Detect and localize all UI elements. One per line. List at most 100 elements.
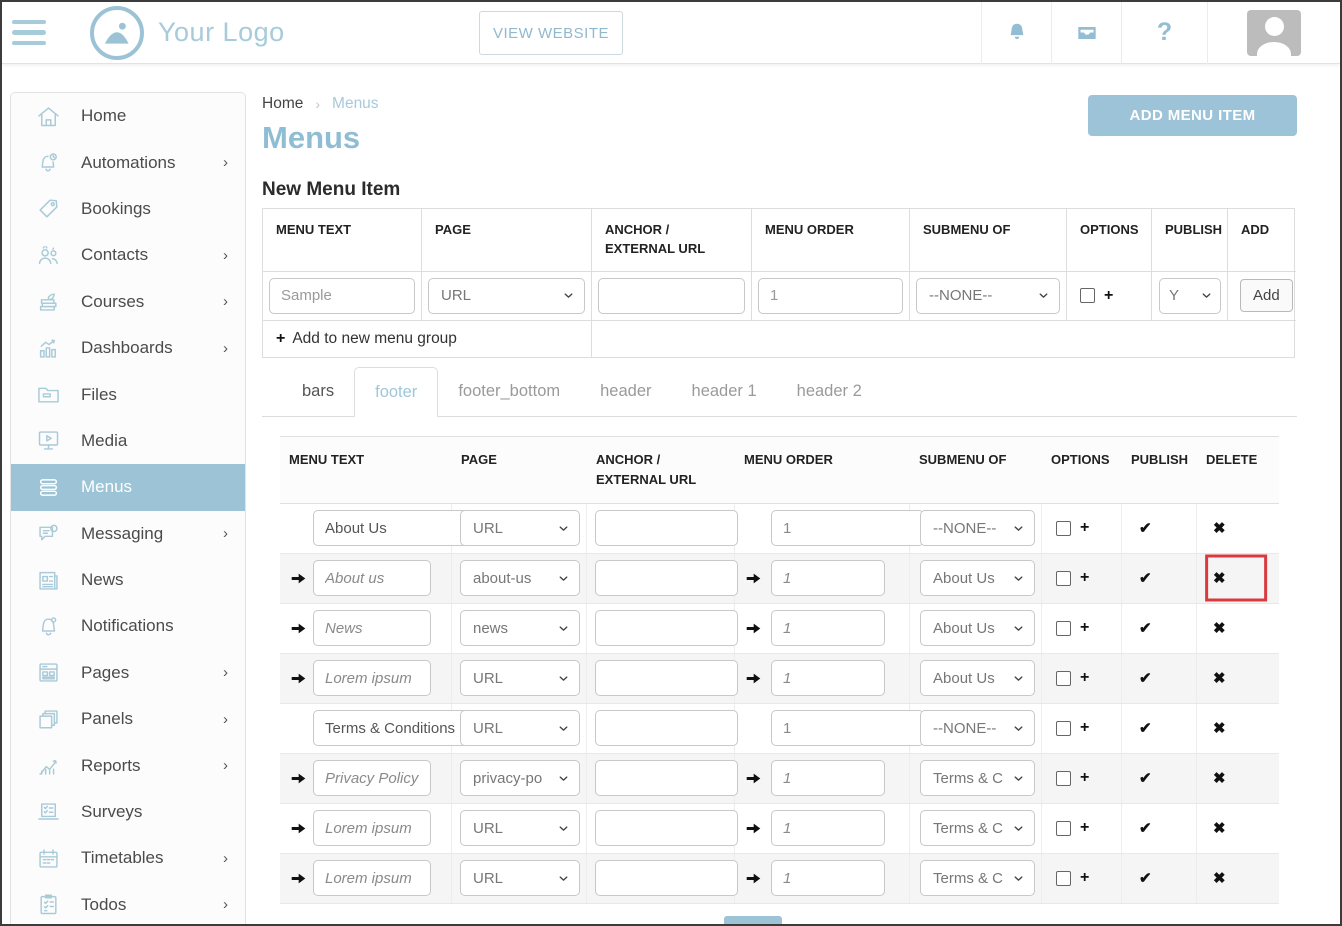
- publish-check-icon[interactable]: ✔: [1139, 869, 1152, 887]
- new-menu-order-input[interactable]: [758, 278, 903, 314]
- sidebar-item-home[interactable]: Home ›: [11, 93, 245, 139]
- sidebar-item-contacts[interactable]: Contacts ›: [11, 232, 245, 278]
- publish-check-icon[interactable]: ✔: [1139, 569, 1152, 587]
- options-checkbox[interactable]: [1056, 771, 1071, 786]
- options-checkbox[interactable]: [1056, 721, 1071, 736]
- tab-bars[interactable]: bars: [282, 367, 354, 416]
- sidebar-item-files[interactable]: Files ›: [11, 371, 245, 417]
- menu-order-input[interactable]: [771, 560, 885, 596]
- options-plus-icon[interactable]: +: [1104, 287, 1113, 305]
- tab-footer_bottom[interactable]: footer_bottom: [438, 367, 580, 416]
- options-plus-icon[interactable]: +: [1080, 819, 1089, 837]
- menu-text-input[interactable]: [313, 810, 431, 846]
- delete-button[interactable]: ✖: [1213, 869, 1226, 887]
- delete-button[interactable]: ✖: [1213, 669, 1226, 687]
- publish-check-icon[interactable]: ✔: [1139, 769, 1152, 787]
- menu-order-input[interactable]: [771, 660, 885, 696]
- anchor-url-input[interactable]: [595, 710, 738, 746]
- save-button[interactable]: Save: [724, 916, 782, 926]
- tab-footer[interactable]: footer: [354, 367, 438, 417]
- notifications-bell-button[interactable]: [981, 2, 1051, 64]
- submenu-select[interactable]: Terms & C: [920, 810, 1035, 846]
- sidebar-item-pages[interactable]: Pages ›: [11, 650, 245, 696]
- menu-text-input[interactable]: [313, 510, 469, 546]
- help-button[interactable]: ?: [1121, 2, 1207, 64]
- sidebar-item-automations[interactable]: Automations ›: [11, 139, 245, 185]
- delete-button[interactable]: ✖: [1213, 819, 1226, 837]
- options-checkbox[interactable]: [1056, 871, 1071, 886]
- menu-order-input[interactable]: [771, 510, 924, 546]
- sidebar-item-courses[interactable]: Courses ›: [11, 279, 245, 325]
- menu-text-input[interactable]: [313, 710, 469, 746]
- publish-check-icon[interactable]: ✔: [1139, 719, 1152, 737]
- sidebar-item-menus[interactable]: Menus ›: [11, 464, 245, 510]
- anchor-url-input[interactable]: [595, 810, 738, 846]
- new-options-checkbox[interactable]: [1080, 288, 1095, 303]
- submenu-select[interactable]: --NONE--: [920, 710, 1035, 746]
- inbox-button[interactable]: [1051, 2, 1121, 64]
- publish-check-icon[interactable]: ✔: [1139, 619, 1152, 637]
- add-row-button[interactable]: Add: [1240, 279, 1293, 312]
- logo[interactable]: Your Logo: [90, 6, 285, 60]
- publish-check-icon[interactable]: ✔: [1139, 519, 1152, 537]
- tab-header-2[interactable]: header 2: [777, 367, 882, 416]
- options-plus-icon[interactable]: +: [1080, 669, 1089, 687]
- menu-text-input[interactable]: [313, 660, 431, 696]
- page-select[interactable]: news: [460, 610, 580, 646]
- add-to-new-menu-group-link[interactable]: + Add to new menu group: [263, 321, 592, 357]
- tab-header[interactable]: header: [580, 367, 671, 416]
- submenu-select[interactable]: About Us: [920, 610, 1035, 646]
- menu-text-input[interactable]: [313, 760, 431, 796]
- sidebar-item-notifications[interactable]: Notifications ›: [11, 603, 245, 649]
- publish-check-icon[interactable]: ✔: [1139, 669, 1152, 687]
- delete-button[interactable]: ✖: [1213, 769, 1226, 787]
- sidebar-item-news[interactable]: News ›: [11, 557, 245, 603]
- options-checkbox[interactable]: [1056, 671, 1071, 686]
- options-plus-icon[interactable]: +: [1080, 769, 1089, 787]
- sidebar-item-panels[interactable]: Panels ›: [11, 696, 245, 742]
- options-plus-icon[interactable]: +: [1080, 869, 1089, 887]
- reset-button[interactable]: Reset: [791, 921, 835, 926]
- sidebar-item-media[interactable]: Media ›: [11, 418, 245, 464]
- menu-text-input[interactable]: [313, 560, 431, 596]
- options-checkbox[interactable]: [1056, 571, 1071, 586]
- delete-button[interactable]: ✖: [1213, 619, 1226, 637]
- delete-button[interactable]: ✖: [1213, 719, 1226, 737]
- menu-text-input[interactable]: [313, 860, 431, 896]
- options-plus-icon[interactable]: +: [1080, 519, 1089, 537]
- page-select[interactable]: privacy-po: [460, 760, 580, 796]
- page-select[interactable]: URL: [460, 660, 580, 696]
- add-menu-item-button[interactable]: ADD MENU ITEM: [1088, 95, 1297, 136]
- new-anchor-url-input[interactable]: [598, 278, 745, 314]
- sidebar-item-todos[interactable]: Todos ›: [11, 882, 245, 924]
- sidebar-item-dashboards[interactable]: Dashboards ›: [11, 325, 245, 371]
- anchor-url-input[interactable]: [595, 760, 738, 796]
- anchor-url-input[interactable]: [595, 860, 738, 896]
- page-select[interactable]: URL: [460, 710, 580, 746]
- publish-check-icon[interactable]: ✔: [1139, 819, 1152, 837]
- options-checkbox[interactable]: [1056, 621, 1071, 636]
- new-page-select[interactable]: URL: [428, 278, 585, 314]
- anchor-url-input[interactable]: [595, 560, 738, 596]
- options-checkbox[interactable]: [1056, 521, 1071, 536]
- sidebar-item-surveys[interactable]: Surveys ›: [11, 789, 245, 835]
- tab-header-1[interactable]: header 1: [672, 367, 777, 416]
- submenu-select[interactable]: About Us: [920, 660, 1035, 696]
- sidebar-item-reports[interactable]: Reports ›: [11, 742, 245, 788]
- sidebar-item-bookings[interactable]: Bookings ›: [11, 186, 245, 232]
- menu-order-input[interactable]: [771, 610, 885, 646]
- sidebar-item-timetables[interactable]: Timetables ›: [11, 835, 245, 881]
- delete-button[interactable]: ✖: [1213, 519, 1226, 537]
- menu-order-input[interactable]: [771, 810, 885, 846]
- page-select[interactable]: URL: [460, 860, 580, 896]
- page-select[interactable]: URL: [460, 810, 580, 846]
- options-checkbox[interactable]: [1056, 821, 1071, 836]
- submenu-select[interactable]: About Us: [920, 560, 1035, 596]
- menu-order-input[interactable]: [771, 760, 885, 796]
- user-avatar[interactable]: [1207, 2, 1340, 64]
- anchor-url-input[interactable]: [595, 510, 738, 546]
- menu-text-input[interactable]: [313, 610, 431, 646]
- anchor-url-input[interactable]: [595, 660, 738, 696]
- hamburger-menu-icon[interactable]: [12, 14, 46, 52]
- anchor-url-input[interactable]: [595, 610, 738, 646]
